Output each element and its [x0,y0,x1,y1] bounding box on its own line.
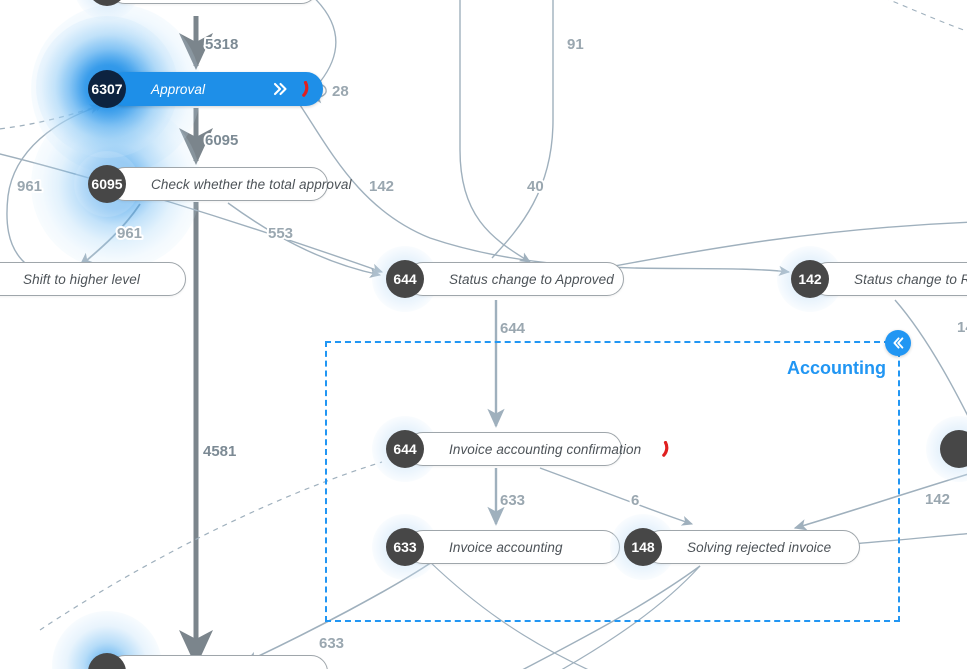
node-count-badge: 142 [791,260,829,298]
alert-hook-icon[interactable] [295,80,310,98]
alert-hook-icon[interactable] [655,440,670,458]
node-label: Status change to Approved [449,271,614,287]
node-pill[interactable]: Shift to higher level [0,262,186,296]
node-invoice-accounting[interactable]: Invoice accounting 633 [372,514,620,580]
node-pill[interactable]: Approval [108,72,323,106]
edge-91-vertical [491,0,554,259]
chevron-double-right-icon[interactable] [272,82,289,96]
node-label: Invoice accounting [449,539,563,555]
edge-top-right-dashed [888,0,967,32]
node-bottom-partial[interactable] [52,611,328,669]
node-pill[interactable] [108,0,318,4]
node-count-badge: 6307 [88,70,126,108]
node-count-badge: 633 [386,528,424,566]
edge-check-to-shift [78,203,141,267]
process-graph-canvas[interactable]: Accounting Approval 6307 Check whether t… [0,0,967,669]
node-pill[interactable]: Check whether the total approval [108,167,351,201]
node-right-partial[interactable] [926,416,967,482]
edge-40-into-approved [459,0,531,263]
node-invoice-accounting-confirmation[interactable]: Invoice accounting confirmation 644 [372,416,669,482]
node-pill[interactable]: Invoice accounting [406,530,620,564]
node-pill[interactable] [108,655,328,669]
node-label: Solving rejected invoice [687,539,832,555]
node-status-change-to-approved[interactable]: Status change to Approved 644 [372,246,624,312]
node-solving-rejected-invoice[interactable]: Solving rejected invoice 148 [610,514,860,580]
node-check-whether-the-total-approval[interactable]: Check whether the total approval 6095 [74,151,351,217]
node-pill[interactable]: Status change to Rejected [811,262,967,296]
node-count-badge [940,430,967,468]
edge-rejected-to-solving [894,299,967,416]
group-accounting-box[interactable] [325,341,900,622]
node-pill[interactable]: Invoice accounting confirmation [406,432,669,466]
group-accounting-title: Accounting [787,358,886,378]
edge-approval-to-status-rejected [299,104,791,276]
node-label: Shift to higher level [23,271,140,287]
edge-check-to-status-approved [227,202,382,278]
edge-topnode-right-curve [315,0,337,83]
node-shift-to-higher-level[interactable]: Shift to higher level [0,262,186,296]
node-icons [655,440,682,458]
node-pill[interactable]: Status change to Approved [406,262,624,296]
node-top-partial[interactable] [74,0,318,20]
node-label: Invoice accounting confirmation [449,441,642,457]
edge-dashed-into-approval [0,102,105,130]
node-count-badge: 148 [624,528,662,566]
node-count-badge: 644 [386,430,424,468]
node-count-badge: 6095 [88,165,126,203]
node-label: Check whether the total approval [151,176,352,192]
node-status-change-to-rejected[interactable]: Status change to Rejected 142 [777,246,967,312]
chevron-double-left-icon[interactable] [885,330,911,356]
node-pill[interactable]: Solving rejected invoice [644,530,860,564]
node-approval[interactable]: Approval 6307 [36,16,323,158]
edge-shift-to-approval [6,104,102,284]
node-count-badge: 644 [386,260,424,298]
node-label: Status change to Rejected [854,271,967,287]
node-icons [272,80,322,98]
